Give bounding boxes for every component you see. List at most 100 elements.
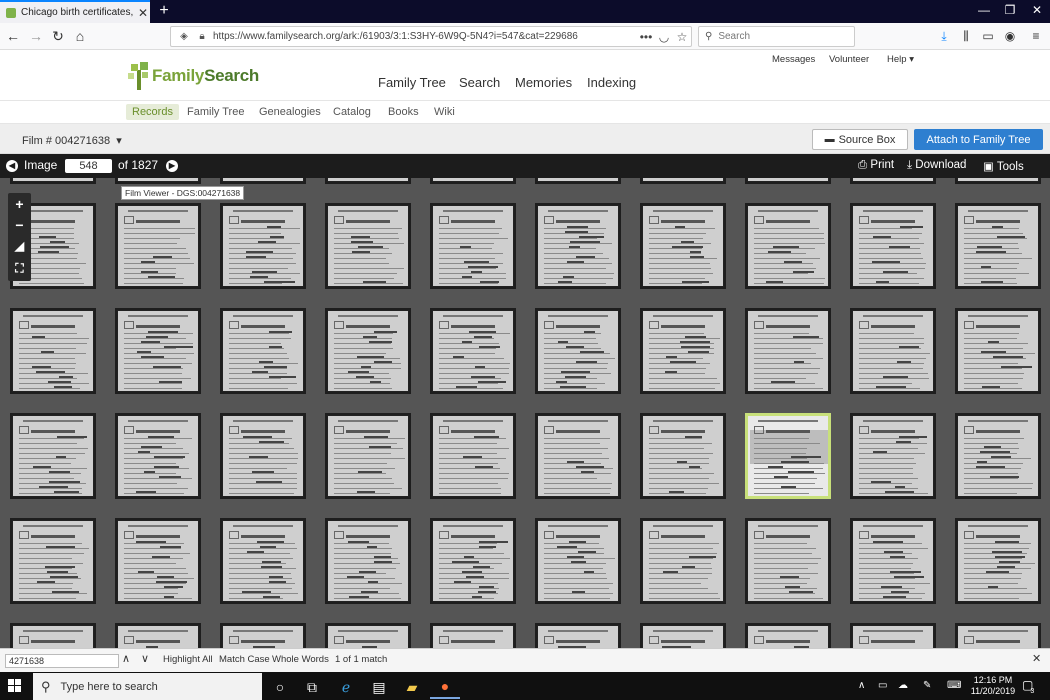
film-thumbnail[interactable]	[537, 178, 619, 182]
film-thumbnail[interactable]	[432, 178, 514, 182]
film-thumbnail[interactable]	[222, 520, 304, 602]
store-icon[interactable]: ▤	[364, 675, 394, 699]
image-number-input[interactable]: 548	[65, 159, 112, 173]
attach-to-family-tree-button[interactable]: Attach to Family Tree	[914, 129, 1043, 150]
film-thumbnail[interactable]	[12, 415, 94, 497]
subnav-family-tree[interactable]: Family Tree	[181, 104, 250, 120]
browser-tab-active[interactable]: Chicago birth certificates, 1878 ✕	[0, 0, 150, 23]
whole-words-toggle[interactable]: Whole Words	[272, 654, 329, 665]
close-find-icon[interactable]: ✕	[1032, 652, 1041, 665]
page-actions-icon[interactable]: •••	[637, 30, 655, 44]
restore-icon[interactable]: ❐	[1000, 3, 1020, 17]
taskbar-clock[interactable]: 12:16 PM 11/20/2019	[968, 675, 1018, 697]
tray-app-icon[interactable]: ▭	[878, 680, 887, 691]
sidebar-icon[interactable]: ▭	[980, 29, 996, 43]
subnav-records[interactable]: Records	[126, 104, 179, 120]
subnav-genealogies[interactable]: Genealogies	[253, 104, 327, 120]
film-thumbnail[interactable]	[747, 310, 829, 392]
film-thumbnail[interactable]	[642, 178, 724, 182]
film-thumbnail[interactable]	[327, 310, 409, 392]
film-thumbnail[interactable]	[117, 625, 199, 648]
film-thumbnail[interactable]	[852, 310, 934, 392]
film-thumbnail[interactable]	[222, 415, 304, 497]
film-number-dropdown[interactable]: Film # 004271638 ▾	[22, 134, 122, 147]
film-thumbnail[interactable]	[852, 205, 934, 287]
film-thumbnail[interactable]	[957, 205, 1039, 287]
film-thumbnail[interactable]	[327, 625, 409, 648]
film-thumbnail[interactable]	[432, 520, 514, 602]
film-thumbnail[interactable]	[852, 178, 934, 182]
film-thumbnail[interactable]	[117, 205, 199, 287]
messages-link[interactable]: Messages	[772, 54, 815, 65]
pocket-icon[interactable]: ◡	[655, 30, 673, 44]
next-image-icon[interactable]: ▶	[166, 160, 178, 172]
film-thumbnail-selected[interactable]	[747, 415, 829, 497]
film-thumbnail[interactable]	[12, 520, 94, 602]
print-button[interactable]: ⎙ Print	[858, 159, 894, 172]
zoom-out-icon[interactable]: −	[8, 215, 31, 235]
film-thumbnail[interactable]	[432, 205, 514, 287]
familysearch-logo[interactable]: FamilySearch	[128, 62, 259, 90]
match-case-toggle[interactable]: Match Case	[219, 654, 270, 665]
download-button[interactable]: ⤓ Download	[907, 159, 966, 172]
windows-start-icon[interactable]	[8, 679, 21, 692]
edge-icon[interactable]: ℯ	[331, 675, 361, 699]
film-thumbnail[interactable]	[537, 520, 619, 602]
nav-search[interactable]: Search	[459, 75, 500, 90]
film-thumbnail[interactable]	[327, 415, 409, 497]
browser-search-field[interactable]: ⚲ Search	[698, 26, 855, 47]
home-icon[interactable]: ⌂	[72, 28, 88, 44]
task-view-icon[interactable]: ⧉	[297, 675, 327, 699]
film-thumbnail[interactable]	[12, 310, 94, 392]
nav-family-tree[interactable]: Family Tree	[378, 75, 446, 90]
find-next-icon[interactable]: ∨	[141, 652, 149, 665]
film-thumbnail[interactable]	[957, 415, 1039, 497]
film-thumbnail[interactable]	[327, 520, 409, 602]
find-input[interactable]: 4271638	[5, 654, 119, 668]
nav-indexing[interactable]: Indexing	[587, 75, 636, 90]
forward-icon[interactable]: →	[28, 28, 44, 44]
file-explorer-icon[interactable]: ▰	[397, 675, 427, 699]
film-thumbnail[interactable]	[537, 415, 619, 497]
film-thumbnail[interactable]	[432, 310, 514, 392]
show-hidden-icons-icon[interactable]: ∧	[858, 680, 865, 691]
film-thumbnail[interactable]	[327, 178, 409, 182]
film-thumbnail[interactable]	[957, 520, 1039, 602]
tools-button[interactable]: ▣ Tools	[983, 159, 1024, 173]
firefox-icon[interactable]: ●	[430, 675, 460, 699]
subnav-wiki[interactable]: Wiki	[428, 104, 461, 120]
minimize-icon[interactable]: —	[974, 3, 994, 17]
film-thumbnail[interactable]	[957, 178, 1039, 182]
film-thumbnail[interactable]	[117, 415, 199, 497]
film-thumbnail[interactable]	[747, 520, 829, 602]
film-thumbnail[interactable]	[642, 415, 724, 497]
source-box-button[interactable]: ▬ Source Box	[812, 129, 908, 150]
subnav-books[interactable]: Books	[382, 104, 425, 120]
keyboard-icon[interactable]: ⌨	[947, 680, 961, 691]
film-thumbnail[interactable]	[432, 415, 514, 497]
highlight-all-toggle[interactable]: Highlight All	[163, 654, 213, 665]
film-thumbnail[interactable]	[747, 178, 829, 182]
back-icon[interactable]: ←	[5, 28, 21, 44]
cortana-icon[interactable]: ○	[265, 675, 295, 699]
close-tab-icon[interactable]: ✕	[136, 6, 150, 20]
bookmark-star-icon[interactable]: ☆	[673, 30, 691, 44]
film-thumbnail[interactable]	[852, 415, 934, 497]
menu-icon[interactable]: ≡	[1028, 29, 1044, 43]
close-window-icon[interactable]: ✕	[1027, 3, 1047, 17]
film-thumbnail[interactable]	[642, 310, 724, 392]
account-icon[interactable]: ◉	[1002, 29, 1018, 43]
network-icon[interactable]: ☁	[898, 680, 908, 691]
film-thumbnail[interactable]	[537, 625, 619, 648]
film-thumbnail[interactable]	[957, 310, 1039, 392]
film-thumbnail[interactable]	[642, 520, 724, 602]
downloads-icon[interactable]: ⤓	[936, 29, 952, 44]
film-thumbnail[interactable]	[537, 310, 619, 392]
film-thumbnail[interactable]	[852, 625, 934, 648]
new-tab-button[interactable]: +	[156, 2, 172, 20]
fullscreen-icon[interactable]: ⛶	[8, 258, 31, 278]
taskbar-search-field[interactable]: ⚲ Type here to search	[33, 673, 262, 700]
film-thumbnail[interactable]	[642, 625, 724, 648]
film-thumbnail[interactable]	[222, 625, 304, 648]
film-thumbnail[interactable]	[537, 205, 619, 287]
